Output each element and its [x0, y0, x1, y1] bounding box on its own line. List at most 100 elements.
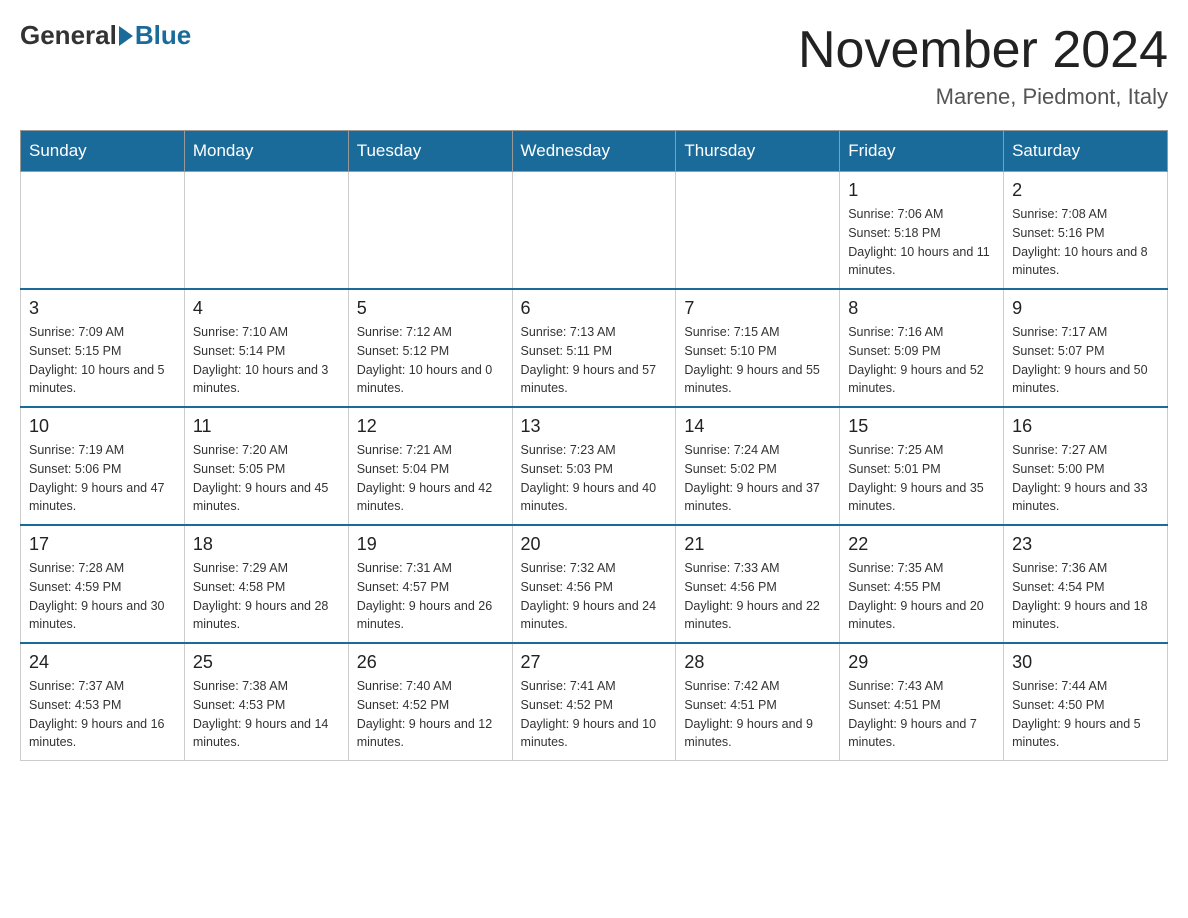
day-info: Sunrise: 7:31 AMSunset: 4:57 PMDaylight:…	[357, 559, 504, 634]
day-number: 9	[1012, 298, 1159, 319]
day-number: 15	[848, 416, 995, 437]
day-number: 20	[521, 534, 668, 555]
day-number: 29	[848, 652, 995, 673]
day-info: Sunrise: 7:20 AMSunset: 5:05 PMDaylight:…	[193, 441, 340, 516]
day-info: Sunrise: 7:09 AMSunset: 5:15 PMDaylight:…	[29, 323, 176, 398]
calendar-cell: 9 Sunrise: 7:17 AMSunset: 5:07 PMDaylight…	[1004, 289, 1168, 407]
day-number: 25	[193, 652, 340, 673]
calendar-cell: 6Sunrise: 7:13 AMSunset: 5:11 PMDaylight…	[512, 289, 676, 407]
header-day-friday: Friday	[840, 131, 1004, 172]
day-number: 24	[29, 652, 176, 673]
day-info: Sunrise: 7:17 AMSunset: 5:07 PMDaylight:…	[1012, 323, 1159, 398]
day-info: Sunrise: 7:36 AMSunset: 4:54 PMDaylight:…	[1012, 559, 1159, 634]
calendar-cell: 12 Sunrise: 7:21 AMSunset: 5:04 PMDayligh…	[348, 407, 512, 525]
day-number: 30	[1012, 652, 1159, 673]
calendar-cell: 17 Sunrise: 7:28 AMSunset: 4:59 PMDayligh…	[21, 525, 185, 643]
day-number: 5	[357, 298, 504, 319]
calendar-cell: 1 Sunrise: 7:06 AMSunset: 5:18 PMDaylight…	[840, 172, 1004, 290]
calendar-cell: 27 Sunrise: 7:41 AMSunset: 4:52 PMDayligh…	[512, 643, 676, 761]
calendar-cell: 21 Sunrise: 7:33 AMSunset: 4:56 PMDayligh…	[676, 525, 840, 643]
calendar-cell: 8Sunrise: 7:16 AMSunset: 5:09 PMDaylight…	[840, 289, 1004, 407]
day-info: Sunrise: 7:06 AMSunset: 5:18 PMDaylight:…	[848, 205, 995, 280]
day-info: Sunrise: 7:23 AMSunset: 5:03 PMDaylight:…	[521, 441, 668, 516]
header-day-wednesday: Wednesday	[512, 131, 676, 172]
page-header: General Blue November 2024 Marene, Piedm…	[20, 20, 1168, 110]
header-day-saturday: Saturday	[1004, 131, 1168, 172]
day-number: 14	[684, 416, 831, 437]
day-number: 28	[684, 652, 831, 673]
calendar-cell: 11Sunrise: 7:20 AMSunset: 5:05 PMDayligh…	[184, 407, 348, 525]
day-number: 17	[29, 534, 176, 555]
calendar-cell: 14Sunrise: 7:24 AMSunset: 5:02 PMDayligh…	[676, 407, 840, 525]
calendar-week-row: 17 Sunrise: 7:28 AMSunset: 4:59 PMDayligh…	[21, 525, 1168, 643]
calendar-cell	[348, 172, 512, 290]
day-info: Sunrise: 7:35 AMSunset: 4:55 PMDaylight:…	[848, 559, 995, 634]
day-number: 4	[193, 298, 340, 319]
day-number: 16	[1012, 416, 1159, 437]
calendar-cell: 26Sunrise: 7:40 AMSunset: 4:52 PMDayligh…	[348, 643, 512, 761]
day-number: 23	[1012, 534, 1159, 555]
calendar-cell: 28 Sunrise: 7:42 AMSunset: 4:51 PMDayligh…	[676, 643, 840, 761]
day-info: Sunrise: 7:27 AMSunset: 5:00 PMDaylight:…	[1012, 441, 1159, 516]
calendar-cell: 25 Sunrise: 7:38 AMSunset: 4:53 PMDayligh…	[184, 643, 348, 761]
day-number: 27	[521, 652, 668, 673]
day-info: Sunrise: 7:08 AMSunset: 5:16 PMDaylight:…	[1012, 205, 1159, 280]
day-number: 19	[357, 534, 504, 555]
month-title: November 2024	[798, 20, 1168, 80]
logo-blue-text: Blue	[135, 20, 191, 51]
day-info: Sunrise: 7:43 AMSunset: 4:51 PMDaylight:…	[848, 677, 995, 752]
header-day-sunday: Sunday	[21, 131, 185, 172]
calendar-cell: 24Sunrise: 7:37 AMSunset: 4:53 PMDayligh…	[21, 643, 185, 761]
day-number: 3	[29, 298, 176, 319]
calendar-cell: 29 Sunrise: 7:43 AMSunset: 4:51 PMDayligh…	[840, 643, 1004, 761]
day-number: 2	[1012, 180, 1159, 201]
calendar-week-row: 24Sunrise: 7:37 AMSunset: 4:53 PMDayligh…	[21, 643, 1168, 761]
day-info: Sunrise: 7:41 AMSunset: 4:52 PMDaylight:…	[521, 677, 668, 752]
location-text: Marene, Piedmont, Italy	[798, 84, 1168, 110]
day-info: Sunrise: 7:21 AMSunset: 5:04 PMDaylight:…	[357, 441, 504, 516]
day-number: 8	[848, 298, 995, 319]
logo-general-text: General	[20, 20, 117, 51]
calendar-cell: 10 Sunrise: 7:19 AMSunset: 5:06 PMDayligh…	[21, 407, 185, 525]
day-info: Sunrise: 7:25 AMSunset: 5:01 PMDaylight:…	[848, 441, 995, 516]
calendar-cell: 15 Sunrise: 7:25 AMSunset: 5:01 PMDayligh…	[840, 407, 1004, 525]
day-info: Sunrise: 7:12 AMSunset: 5:12 PMDaylight:…	[357, 323, 504, 398]
day-info: Sunrise: 7:29 AMSunset: 4:58 PMDaylight:…	[193, 559, 340, 634]
day-info: Sunrise: 7:33 AMSunset: 4:56 PMDaylight:…	[684, 559, 831, 634]
calendar-cell	[21, 172, 185, 290]
calendar-header-row: SundayMondayTuesdayWednesdayThursdayFrid…	[21, 131, 1168, 172]
calendar-cell: 30 Sunrise: 7:44 AMSunset: 4:50 PMDayligh…	[1004, 643, 1168, 761]
day-info: Sunrise: 7:28 AMSunset: 4:59 PMDaylight:…	[29, 559, 176, 634]
day-info: Sunrise: 7:32 AMSunset: 4:56 PMDaylight:…	[521, 559, 668, 634]
calendar-week-row: 1 Sunrise: 7:06 AMSunset: 5:18 PMDaylight…	[21, 172, 1168, 290]
logo: General Blue	[20, 20, 191, 51]
calendar-week-row: 10 Sunrise: 7:19 AMSunset: 5:06 PMDayligh…	[21, 407, 1168, 525]
header-day-thursday: Thursday	[676, 131, 840, 172]
calendar-cell: 20 Sunrise: 7:32 AMSunset: 4:56 PMDayligh…	[512, 525, 676, 643]
day-info: Sunrise: 7:10 AMSunset: 5:14 PMDaylight:…	[193, 323, 340, 398]
day-number: 18	[193, 534, 340, 555]
calendar-cell	[676, 172, 840, 290]
day-number: 21	[684, 534, 831, 555]
day-number: 6	[521, 298, 668, 319]
day-number: 22	[848, 534, 995, 555]
day-number: 12	[357, 416, 504, 437]
day-info: Sunrise: 7:44 AMSunset: 4:50 PMDaylight:…	[1012, 677, 1159, 752]
day-number: 1	[848, 180, 995, 201]
calendar-cell: 19 Sunrise: 7:31 AMSunset: 4:57 PMDayligh…	[348, 525, 512, 643]
title-area: November 2024 Marene, Piedmont, Italy	[798, 20, 1168, 110]
header-day-monday: Monday	[184, 131, 348, 172]
calendar-cell: 18 Sunrise: 7:29 AMSunset: 4:58 PMDayligh…	[184, 525, 348, 643]
calendar-cell: 4 Sunrise: 7:10 AMSunset: 5:14 PMDaylight…	[184, 289, 348, 407]
day-info: Sunrise: 7:38 AMSunset: 4:53 PMDaylight:…	[193, 677, 340, 752]
day-info: Sunrise: 7:42 AMSunset: 4:51 PMDaylight:…	[684, 677, 831, 752]
calendar-week-row: 3 Sunrise: 7:09 AMSunset: 5:15 PMDaylight…	[21, 289, 1168, 407]
calendar-cell	[512, 172, 676, 290]
logo-arrow-icon	[119, 26, 133, 46]
calendar-cell: 2 Sunrise: 7:08 AMSunset: 5:16 PMDaylight…	[1004, 172, 1168, 290]
calendar-cell: 13Sunrise: 7:23 AMSunset: 5:03 PMDayligh…	[512, 407, 676, 525]
day-number: 26	[357, 652, 504, 673]
day-info: Sunrise: 7:19 AMSunset: 5:06 PMDaylight:…	[29, 441, 176, 516]
day-number: 10	[29, 416, 176, 437]
day-info: Sunrise: 7:15 AMSunset: 5:10 PMDaylight:…	[684, 323, 831, 398]
